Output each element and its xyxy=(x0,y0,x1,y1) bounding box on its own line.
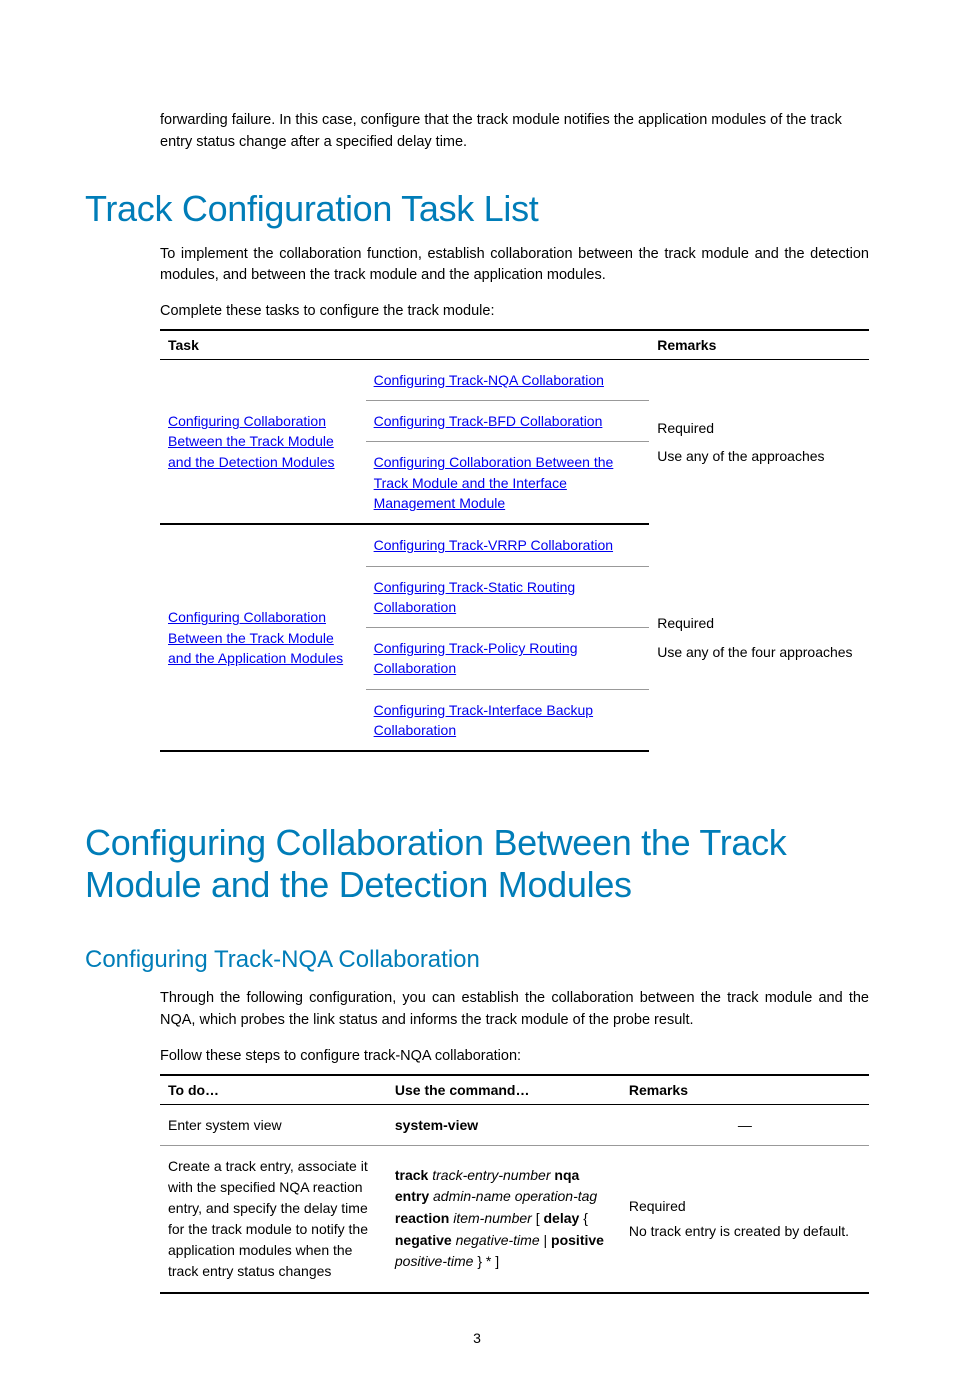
remarks-any-approach: Use any of the approaches xyxy=(657,445,861,467)
nqa-intro-1: Through the following configuration, you… xyxy=(160,988,869,1032)
task-col-header: Task xyxy=(160,330,366,360)
link-track-nqa[interactable]: Configuring Track-NQA Collaboration xyxy=(374,372,604,388)
task-list-intro-2: Complete these tasks to configure the tr… xyxy=(160,301,869,323)
heading-collab-detection: Configuring Collaboration Between the Tr… xyxy=(85,822,869,906)
link-detection-modules[interactable]: Configuring Collaboration Between the Tr… xyxy=(168,413,335,470)
command-col-header: Use the command… xyxy=(387,1075,621,1105)
heading-task-list: Track Configuration Task List xyxy=(85,188,869,230)
link-track-policy-routing[interactable]: Configuring Track-Policy Routing Collabo… xyxy=(374,640,578,676)
remarks-required-1: Required xyxy=(657,417,861,439)
step-enter-system-view: Enter system view xyxy=(160,1104,387,1145)
todo-col-header: To do… xyxy=(160,1075,387,1105)
nqa-steps-table: To do… Use the command… Remarks Enter sy… xyxy=(160,1074,869,1294)
remarks-no-track-default: No track entry is created by default. xyxy=(629,1221,861,1242)
link-track-bfd[interactable]: Configuring Track-BFD Collaboration xyxy=(374,413,603,429)
remarks-any-four: Use any of the four approaches xyxy=(657,641,861,663)
remarks-col-header-2: Remarks xyxy=(621,1075,869,1105)
link-application-modules[interactable]: Configuring Collaboration Between the Tr… xyxy=(168,609,343,666)
remarks-required-2: Required xyxy=(657,612,861,634)
task-list-intro-1: To implement the collaboration function,… xyxy=(160,244,869,288)
cmd-track-nqa: track track-entry-number nqa entry admin… xyxy=(387,1145,621,1293)
heading-track-nqa: Configuring Track-NQA Collaboration xyxy=(85,946,869,974)
link-track-interface-backup[interactable]: Configuring Track-Interface Backup Colla… xyxy=(374,702,593,738)
link-track-static-routing[interactable]: Configuring Track-Static Routing Collabo… xyxy=(374,579,576,615)
remarks-col-header: Remarks xyxy=(649,330,869,360)
task-col-spacer xyxy=(366,330,650,360)
intro-paragraph: forwarding failure. In this case, config… xyxy=(160,110,869,154)
remarks-required-3: Required xyxy=(629,1196,861,1217)
task-table: Task Remarks Configuring Collaboration B… xyxy=(160,329,869,753)
cmd-system-view: system-view xyxy=(395,1117,478,1133)
page-number: 3 xyxy=(85,1330,869,1346)
link-track-interface-mgmt[interactable]: Configuring Collaboration Between the Tr… xyxy=(374,454,614,511)
nqa-intro-2: Follow these steps to configure track-NQ… xyxy=(160,1046,869,1068)
remarks-dash: — xyxy=(621,1104,869,1145)
step-create-track-entry: Create a track entry, associate it with … xyxy=(160,1145,387,1293)
link-track-vrrp[interactable]: Configuring Track-VRRP Collaboration xyxy=(374,537,613,553)
